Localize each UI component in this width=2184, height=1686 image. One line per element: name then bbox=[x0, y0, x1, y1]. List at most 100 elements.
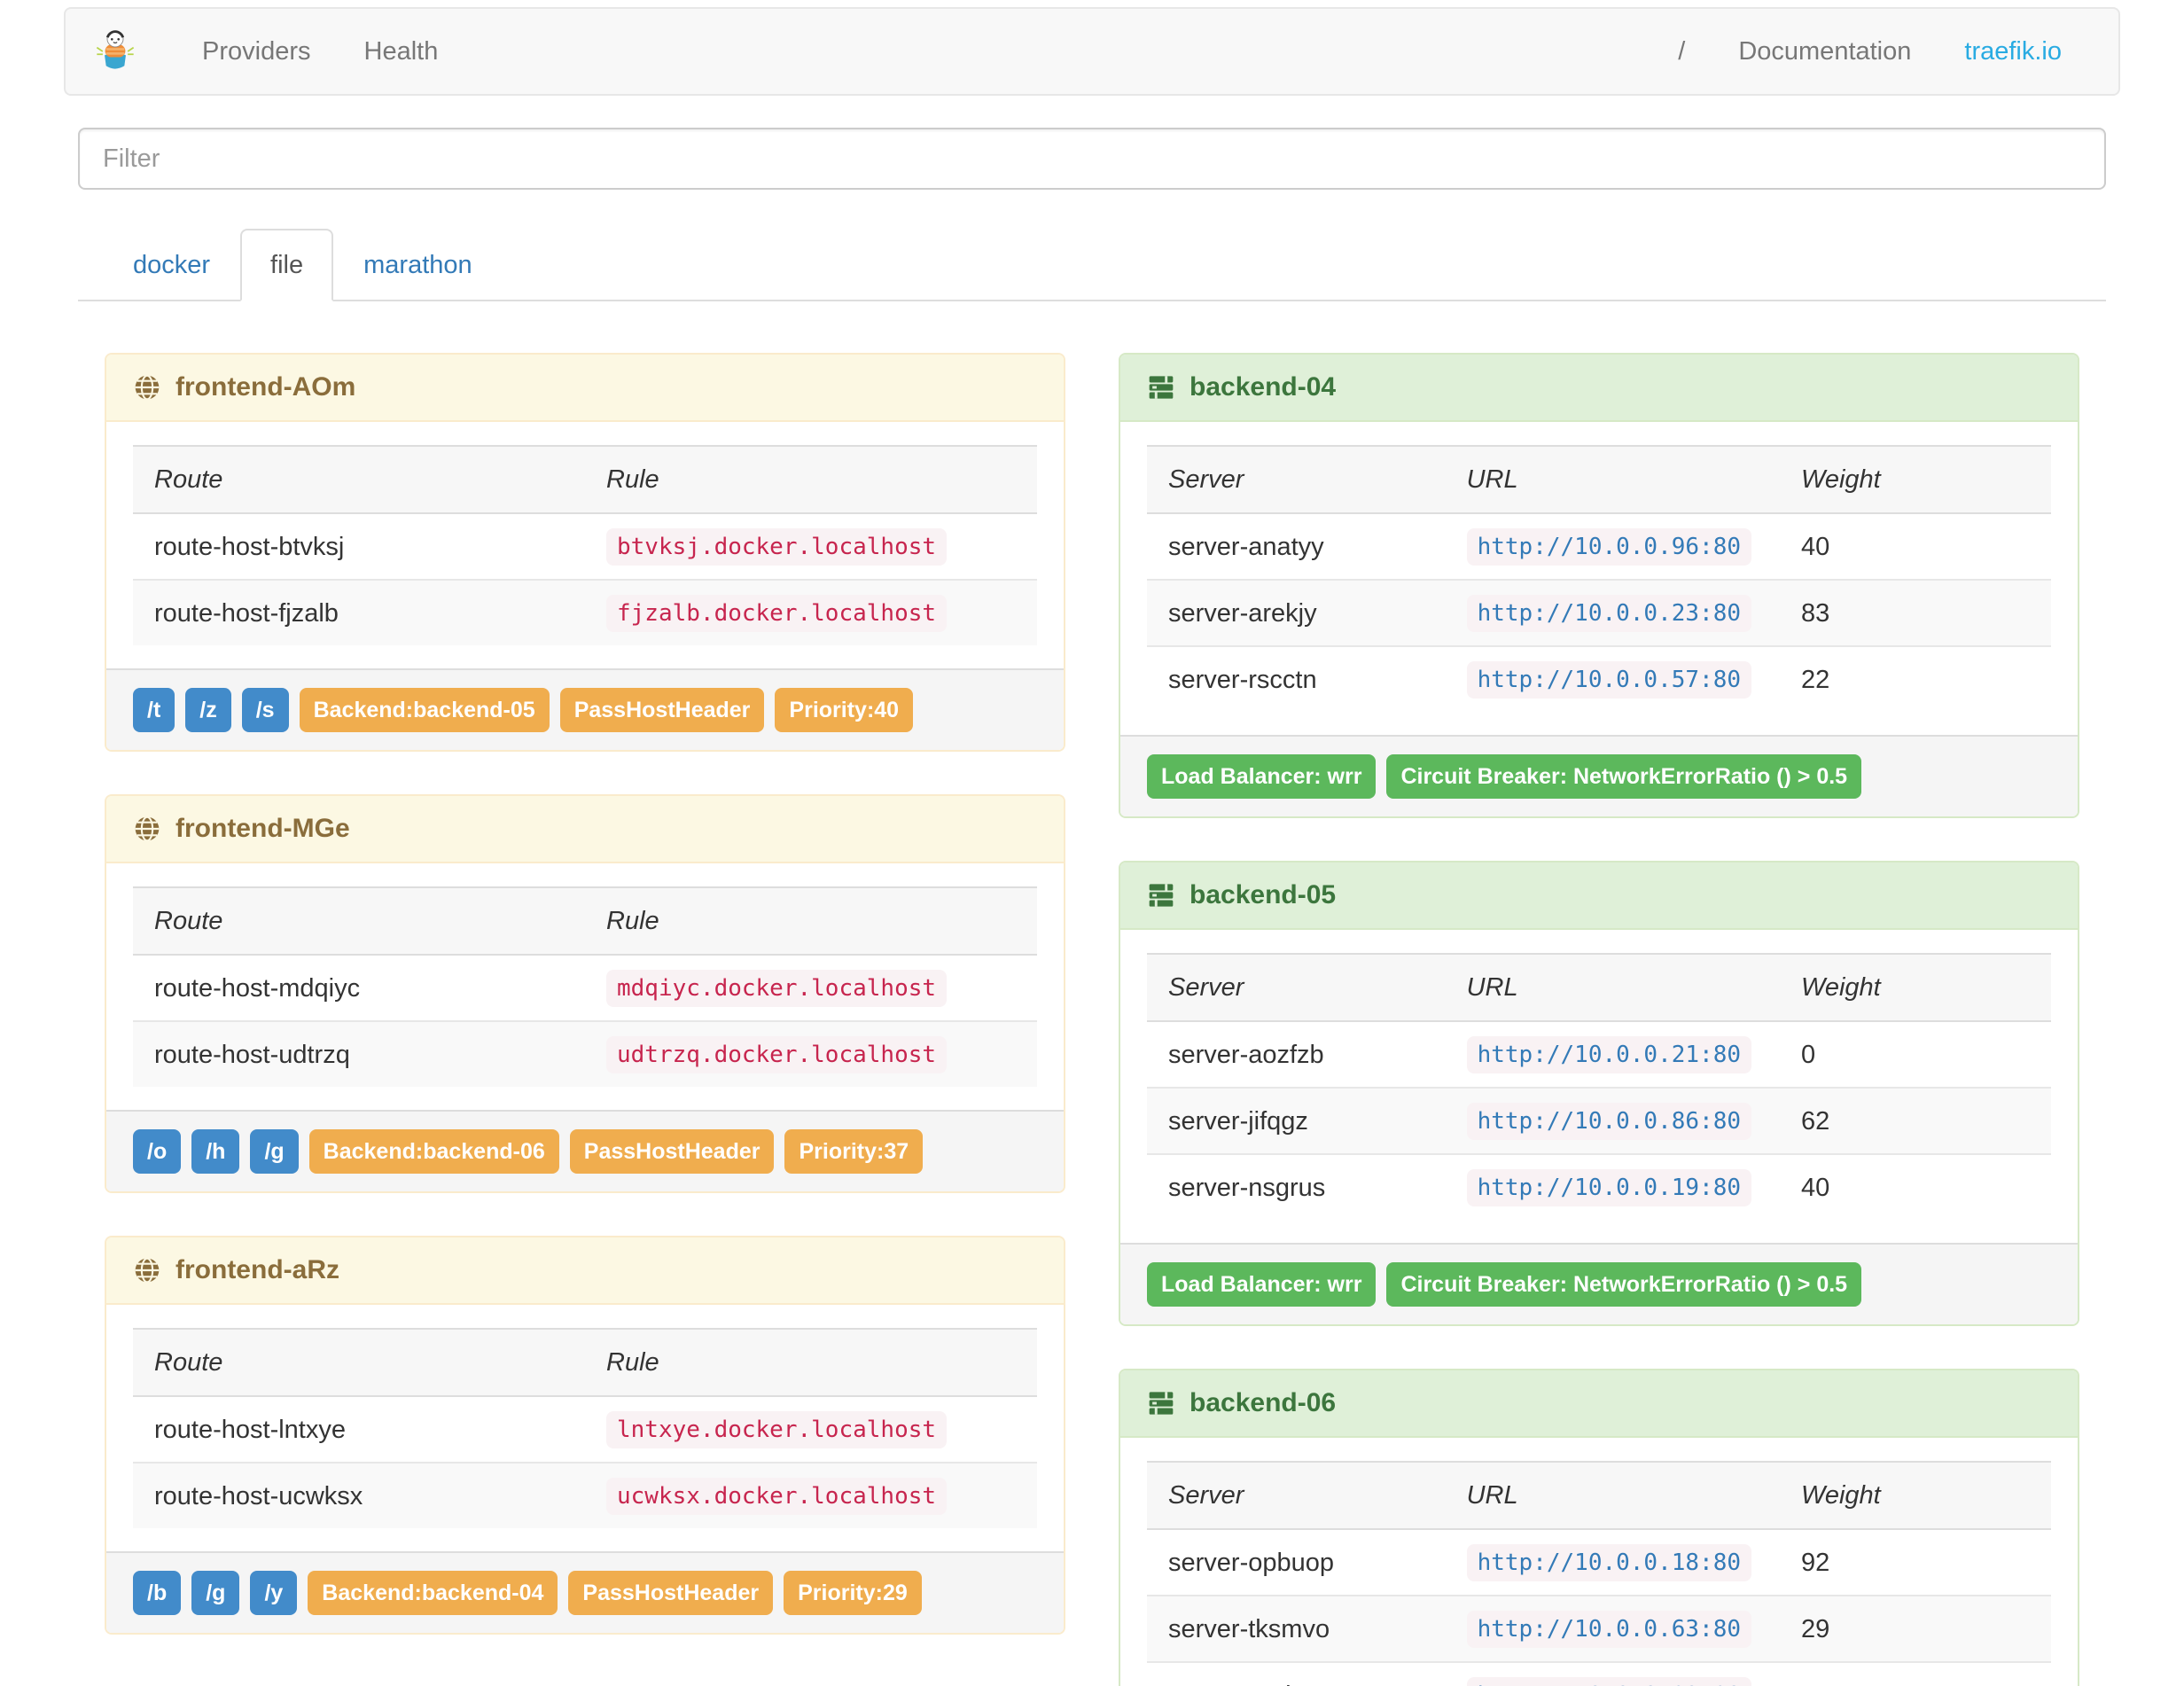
table-row: route-host-udtrzq udtrzq.docker.localhos… bbox=[133, 1020, 1037, 1087]
entrypoint-badge: /y bbox=[250, 1571, 298, 1615]
servers-table: Server URL Weight server-opbuop http://1… bbox=[1147, 1461, 2051, 1686]
frontend-card-header: frontend-MGe bbox=[106, 796, 1064, 863]
table-header-row: Route Rule bbox=[133, 1328, 1037, 1397]
tab-file[interactable]: file bbox=[240, 229, 334, 301]
globe-icon bbox=[133, 373, 161, 402]
weight-column-header: Weight bbox=[1779, 953, 2051, 1022]
server-url-code: http://10.0.0.21:80 bbox=[1466, 1036, 1752, 1073]
rule-code: lntxye.docker.localhost bbox=[606, 1411, 948, 1448]
globe-icon bbox=[133, 815, 161, 843]
passhostheader-badge: PassHostHeader bbox=[569, 1129, 775, 1174]
server-weight: 92 bbox=[1800, 1548, 1830, 1577]
tab-docker[interactable]: docker bbox=[103, 229, 240, 301]
priority-badge: Priority:37 bbox=[784, 1129, 924, 1174]
filter-input[interactable] bbox=[78, 128, 2106, 190]
rule-cell: mdqiyc.docker.localhost bbox=[585, 955, 1037, 1021]
route-name: route-host-mdqiyc bbox=[154, 973, 361, 1003]
server-url-code: http://10.0.0.19:80 bbox=[1466, 1169, 1752, 1206]
server-icon bbox=[1147, 881, 1175, 909]
passhostheader-badge: PassHostHeader bbox=[559, 688, 765, 732]
nav-link-traefik-io[interactable]: traefik.io bbox=[1938, 37, 2088, 66]
nav-link-health[interactable]: Health bbox=[338, 37, 465, 66]
load-balancer-badge: Load Balancer: wrr bbox=[1147, 754, 1377, 799]
entrypoint-badge: /o bbox=[133, 1129, 182, 1174]
table-header-row: Server URL Weight bbox=[1147, 953, 2051, 1022]
url-cell: http://10.0.0.57:80 bbox=[1445, 645, 1780, 712]
server-weight: 29 bbox=[1779, 1595, 2051, 1662]
route-column-header: Route bbox=[133, 445, 585, 514]
backend-card-footer: Load Balancer: wrr Circuit Breaker: Netw… bbox=[1120, 1243, 2078, 1324]
url-cell: http://10.0.0.63:80 bbox=[1445, 1595, 1780, 1662]
url-cell: http://10.0.0.86:80 bbox=[1445, 1087, 1780, 1154]
server-url-code: http://10.0.0.86:80 bbox=[1466, 1103, 1752, 1140]
server-weight: 40 bbox=[1779, 1153, 2051, 1220]
frontend-card: frontend-aRz Route Rule route-host-lntxy… bbox=[105, 1236, 1065, 1635]
table-row: server-aozfzb http://10.0.0.21:80 0 bbox=[1147, 1021, 2051, 1088]
frontends-column: frontend-AOm Route Rule route-host-btvks… bbox=[78, 353, 1092, 1677]
server-url-code: http://10.0.0.96:80 bbox=[1466, 528, 1752, 566]
table-header-row: Server URL Weight bbox=[1147, 445, 2051, 514]
rule-code: fjzalb.docker.localhost bbox=[606, 595, 948, 632]
backend-card-footer: Load Balancer: wrr Circuit Breaker: Netw… bbox=[1120, 735, 2078, 816]
table-header-row: Server URL Weight bbox=[1147, 1461, 2051, 1530]
server-url-code: http://10.0.0.23:80 bbox=[1466, 595, 1752, 632]
frontend-card-footer: /t /z /s Backend:backend-05 PassHostHead… bbox=[106, 668, 1064, 750]
servers-table: Server URL Weight server-anatyy http://1… bbox=[1147, 445, 2051, 712]
table-row: route-host-fjzalb fjzalb.docker.localhos… bbox=[133, 579, 1037, 645]
route-name: route-host-btvksj bbox=[154, 532, 345, 561]
entrypoint-badge: /b bbox=[133, 1571, 182, 1615]
server-url-code: http://10.0.0.63:80 bbox=[1466, 1611, 1752, 1648]
route-name: route-host-fjzalb bbox=[133, 579, 585, 645]
url-cell: http://10.0.0.23:80 bbox=[1445, 579, 1780, 646]
entrypoint-badge: /g bbox=[191, 1571, 240, 1615]
frontend-card-footer: /b /g /y Backend:backend-04 PassHostHead… bbox=[106, 1551, 1064, 1633]
circuit-breaker-badge: Circuit Breaker: NetworkErrorRatio () > … bbox=[1386, 754, 1862, 799]
rule-cell: udtrzq.docker.localhost bbox=[585, 1020, 1037, 1087]
load-balancer-badge: Load Balancer: wrr bbox=[1147, 1262, 1377, 1307]
entrypoint-badge: /s bbox=[241, 688, 289, 732]
table-row: route-host-mdqiyc mdqiyc.docker.localhos… bbox=[133, 955, 1037, 1021]
server-name: server-rscctn bbox=[1147, 645, 1446, 712]
nav-link-providers[interactable]: Providers bbox=[176, 37, 338, 66]
url-column-header: URL bbox=[1445, 953, 1780, 1022]
backend-badge: Backend:backend-04 bbox=[308, 1571, 558, 1615]
server-name: server-opbuop bbox=[1168, 1548, 1334, 1577]
frontend-card-body: Route Rule route-host-btvksj btvksj.dock… bbox=[106, 422, 1064, 668]
rule-cell: fjzalb.docker.localhost bbox=[585, 579, 1037, 645]
nav-link-documentation[interactable]: Documentation bbox=[1712, 37, 1938, 66]
backend-card: backend-04 Server URL Weight server-anat… bbox=[1119, 353, 2079, 818]
backend-name: backend-05 bbox=[1190, 880, 1337, 909]
table-header-row: Route Rule bbox=[133, 445, 1037, 514]
rule-cell: btvksj.docker.localhost bbox=[585, 513, 1037, 580]
traefik-logo-icon[interactable] bbox=[96, 29, 135, 74]
frontend-card-header: frontend-aRz bbox=[106, 1237, 1064, 1305]
backend-card: backend-05 Server URL Weight server-aozf… bbox=[1119, 861, 2079, 1326]
provider-tabs: docker file marathon bbox=[78, 229, 2106, 301]
server-url-code: http://10.0.0.18:80 bbox=[1466, 1544, 1752, 1581]
rule-cell: lntxye.docker.localhost bbox=[585, 1396, 1037, 1463]
entrypoint-badge: /t bbox=[133, 688, 176, 732]
tab-marathon[interactable]: marathon bbox=[333, 229, 503, 301]
table-row: route-host-lntxye lntxye.docker.localhos… bbox=[133, 1396, 1037, 1463]
backend-card: backend-06 Server URL Weight server-opbu… bbox=[1119, 1369, 2079, 1686]
server-weight: 83 bbox=[1779, 579, 2051, 646]
route-column-header: Route bbox=[133, 886, 585, 956]
entrypoint-badge: /z bbox=[185, 688, 231, 732]
frontend-card-footer: /o /h /g Backend:backend-06 PassHostHead… bbox=[106, 1110, 1064, 1191]
server-name: server-nsgrus bbox=[1147, 1153, 1446, 1220]
backend-card-body: Server URL Weight server-opbuop http://1… bbox=[1120, 1438, 2078, 1686]
server-column-header: Server bbox=[1147, 953, 1446, 1022]
frontend-card-header: frontend-AOm bbox=[106, 355, 1064, 422]
server-weight: 57 bbox=[1779, 1661, 2051, 1686]
backend-card-header: backend-05 bbox=[1120, 863, 2078, 930]
backend-badge: Backend:backend-06 bbox=[308, 1129, 559, 1174]
routes-table: Route Rule route-host-btvksj btvksj.dock… bbox=[133, 445, 1037, 645]
backend-card-body: Server URL Weight server-aozfzb http://1… bbox=[1120, 930, 2078, 1243]
priority-badge: Priority:29 bbox=[784, 1571, 922, 1615]
route-name: route-host-lntxye bbox=[154, 1415, 346, 1444]
rule-cell: ucwksx.docker.localhost bbox=[585, 1462, 1037, 1528]
server-name: server-arekjy bbox=[1147, 579, 1446, 646]
frontend-name: frontend-MGe bbox=[176, 814, 350, 843]
nav-link-root[interactable]: / bbox=[1651, 37, 1712, 66]
server-name: server-tksmvo bbox=[1147, 1595, 1446, 1662]
